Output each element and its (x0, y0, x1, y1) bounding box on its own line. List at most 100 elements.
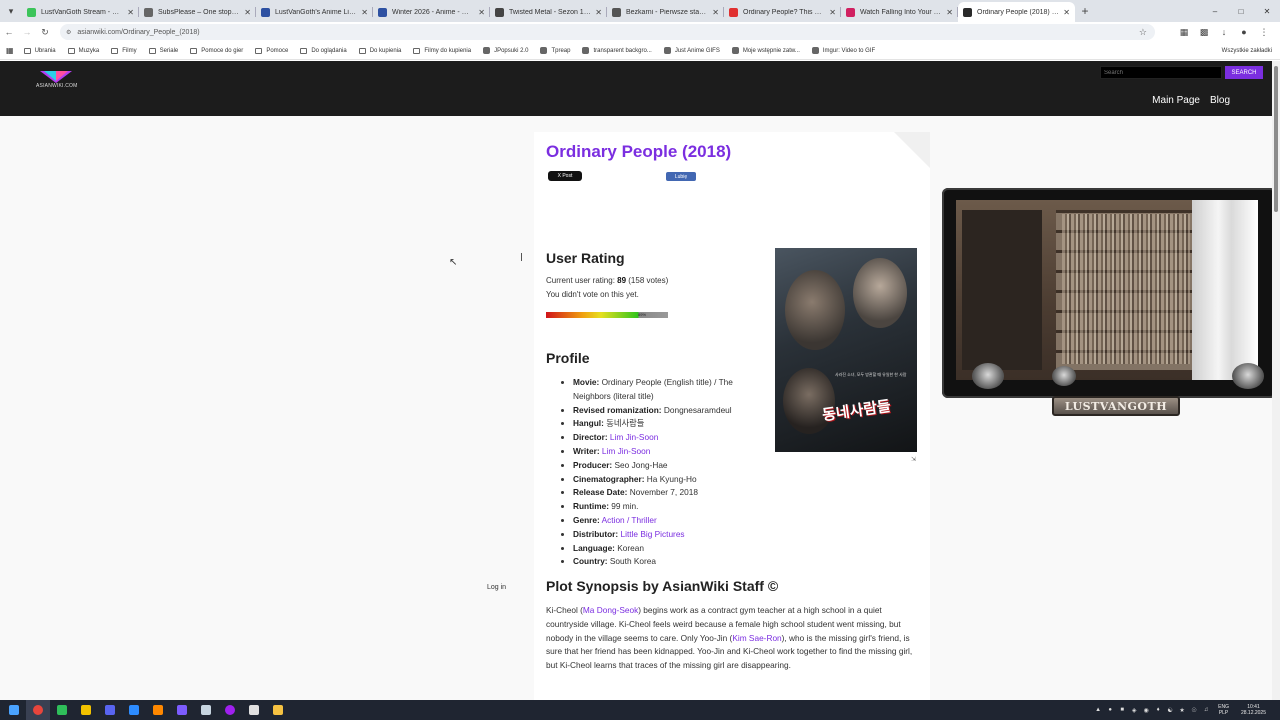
bookmark-item[interactable]: Ubrania (23, 47, 56, 54)
vlc-icon[interactable] (146, 700, 170, 720)
bookmark-star-icon[interactable]: ☆ (1139, 27, 1147, 38)
green-app-icon[interactable] (50, 700, 74, 720)
all-bookmarks-button[interactable]: Wszystkie zakładki (1222, 48, 1272, 54)
bookmark-item[interactable]: Moje wstępnie zatw... (731, 47, 800, 54)
scrollbar-thumb[interactable] (1274, 66, 1278, 212)
bookmark-item[interactable]: Just Anime GIFS (663, 47, 720, 54)
back-icon[interactable]: ← (0, 27, 18, 37)
forward-icon[interactable]: → (18, 27, 36, 37)
browser-tab[interactable]: LustVanGoth Stream - Watch L ✕ (22, 2, 139, 22)
lang-bottom: PLP (1218, 710, 1229, 716)
tab-close-icon[interactable]: ✕ (829, 8, 836, 17)
tab-close-icon[interactable]: ✕ (595, 8, 602, 17)
tray-icon[interactable]: ★ (1176, 707, 1188, 714)
tray-icon[interactable]: ◉ (1140, 707, 1152, 714)
tray-icon[interactable]: ♦ (1152, 707, 1164, 713)
clock[interactable]: 10:41 28.12.2025 (1241, 704, 1266, 716)
nav-blog[interactable]: Blog (1210, 95, 1230, 106)
browser-tab[interactable]: Bezkarni - Pierwsze starcie / Th ✕ (607, 2, 724, 22)
profile-link[interactable]: Lim Jin-Soon (610, 432, 658, 442)
tray-icon[interactable]: ☯ (1164, 707, 1176, 714)
bookmark-item[interactable]: JPopsuki 2.0 (483, 47, 528, 54)
tabs-container: LustVanGoth Stream - Watch L✕SubsPlease … (22, 0, 1075, 22)
tab-close-icon[interactable]: ✕ (478, 8, 485, 17)
profile-link[interactable]: Little Big Pictures (620, 529, 684, 539)
profile-avatar-icon[interactable]: ● (1234, 27, 1254, 38)
bookmark-item[interactable]: Pomoce do gier (190, 47, 243, 54)
extension-icon[interactable]: ▦ (1174, 27, 1194, 38)
rating-bar[interactable] (546, 312, 668, 318)
x-post-button[interactable]: X Post (548, 171, 582, 181)
bookmark-item[interactable]: Imgur: Video to GIF (811, 47, 875, 54)
page-title: Ordinary People (2018) (546, 142, 732, 161)
close-window-icon[interactable]: ✕ (1254, 0, 1280, 22)
triangle-app-icon[interactable] (74, 700, 98, 720)
bookmark-item[interactable]: Seriale (148, 47, 178, 54)
bookmark-item[interactable]: Do kupienia (358, 47, 401, 54)
login-link[interactable]: Log in (487, 584, 506, 591)
tab-title: LustVanGoth Stream - Watch L (41, 8, 123, 16)
actor-link-kim-sae-ron[interactable]: Kim Sae-Ron (732, 633, 781, 643)
browser-tab[interactable]: Ordinary People? This Hero PU ✕ (724, 2, 841, 22)
obs-icon[interactable] (242, 700, 266, 720)
maximize-icon[interactable]: □ (1228, 0, 1254, 22)
tab-close-icon[interactable]: ✕ (1063, 8, 1070, 17)
asianwiki-logo-icon[interactable] (36, 69, 76, 95)
tray-icon[interactable]: ◈ (1128, 707, 1140, 714)
tab-close-icon[interactable]: ✕ (361, 8, 368, 17)
tray-icon[interactable]: ■ (1116, 707, 1128, 713)
browser-tab[interactable]: SubsPlease – One stop shop fo✕ (139, 2, 256, 22)
language-indicator[interactable]: ENG PLP (1218, 704, 1229, 716)
enlarge-icon[interactable]: ⇲ (911, 456, 916, 463)
browser-tab[interactable]: Twisted Metal - Sezon 1 Odcin✕ (490, 2, 607, 22)
browser-tab[interactable]: LustVanGoth's Anime List - My ✕ (256, 2, 373, 22)
bookmark-item[interactable]: transparent backgro... (582, 47, 652, 54)
downloads-icon[interactable]: ↓ (1214, 27, 1234, 38)
site-search-input[interactable] (1100, 66, 1222, 79)
address-bar[interactable]: ⚙ asianwiki.com/Ordinary_People_(2018) ☆ (60, 24, 1155, 40)
skull-icon (972, 363, 1004, 389)
bookmark-item[interactable]: Muzyka (67, 47, 99, 54)
site-search-button[interactable]: SEARCH (1225, 66, 1263, 79)
tab-close-icon[interactable]: ✕ (127, 8, 134, 17)
tab-close-icon[interactable]: ✕ (712, 8, 719, 17)
facebook-like-button[interactable]: Lubię (666, 172, 696, 181)
extensions-puzzle-icon[interactable]: ▩ (1194, 27, 1214, 38)
bookmark-label: JPopsuki 2.0 (494, 47, 529, 54)
windows-start-icon[interactable] (2, 700, 26, 720)
tray-icon[interactable]: ● (1104, 707, 1116, 713)
tab-favicon-icon (612, 7, 621, 17)
tab-close-icon[interactable]: ✕ (244, 8, 251, 17)
menu-kebab-icon[interactable]: ⋮ (1254, 27, 1274, 38)
tab-search-icon[interactable]: ▾ (0, 0, 22, 22)
bookmark-item[interactable]: Pomoce (255, 47, 288, 54)
browser-tab[interactable]: Ordinary People (2018) - Asian ✕ (958, 2, 1075, 22)
actor-link-ma-dong-seok[interactable]: Ma Dong-Seok (583, 605, 638, 615)
chrome-icon[interactable] (26, 700, 50, 720)
bookmark-item[interactable]: Tpreap (540, 47, 570, 54)
bookmark-item[interactable]: Filmy (111, 47, 137, 54)
steam-icon[interactable] (194, 700, 218, 720)
bookmark-item[interactable]: Do oglądania (300, 47, 347, 54)
minimize-icon[interactable]: – (1202, 0, 1228, 22)
network-icon[interactable]: ☉ (1188, 707, 1200, 714)
folder-icon[interactable] (266, 700, 290, 720)
tray-icon[interactable]: ▲ (1092, 707, 1104, 713)
site-info-icon[interactable]: ⚙ (66, 29, 71, 36)
browser-tab[interactable]: Watch Falling Into Your Smile E ✕ (841, 2, 958, 22)
bookmark-item[interactable]: Filmy do kupienia (413, 47, 471, 54)
nav-main-page[interactable]: Main Page (1152, 95, 1200, 106)
apps-grid-icon[interactable]: ▦ (6, 46, 14, 55)
tab-close-icon[interactable]: ✕ (946, 8, 953, 17)
purple-ring-app-icon[interactable] (218, 700, 242, 720)
discord-icon[interactable] (98, 700, 122, 720)
browser-app-icon[interactable] (170, 700, 194, 720)
profile-link[interactable]: Lim Jin-Soon (602, 446, 650, 456)
reload-icon[interactable]: ↻ (36, 27, 54, 38)
new-tab-button[interactable]: + (1075, 0, 1095, 22)
blue-square-app-icon[interactable] (122, 700, 146, 720)
volume-icon[interactable]: ♫ (1200, 707, 1212, 713)
profile-link[interactable]: Action / Thriller (602, 515, 657, 525)
browser-tab[interactable]: Winter 2026 - Anime - MyAnim✕ (373, 2, 490, 22)
movie-poster[interactable]: 사라진 소녀, 모두 방관할 때 유일한 한 사람 동네사람들 (775, 248, 917, 452)
